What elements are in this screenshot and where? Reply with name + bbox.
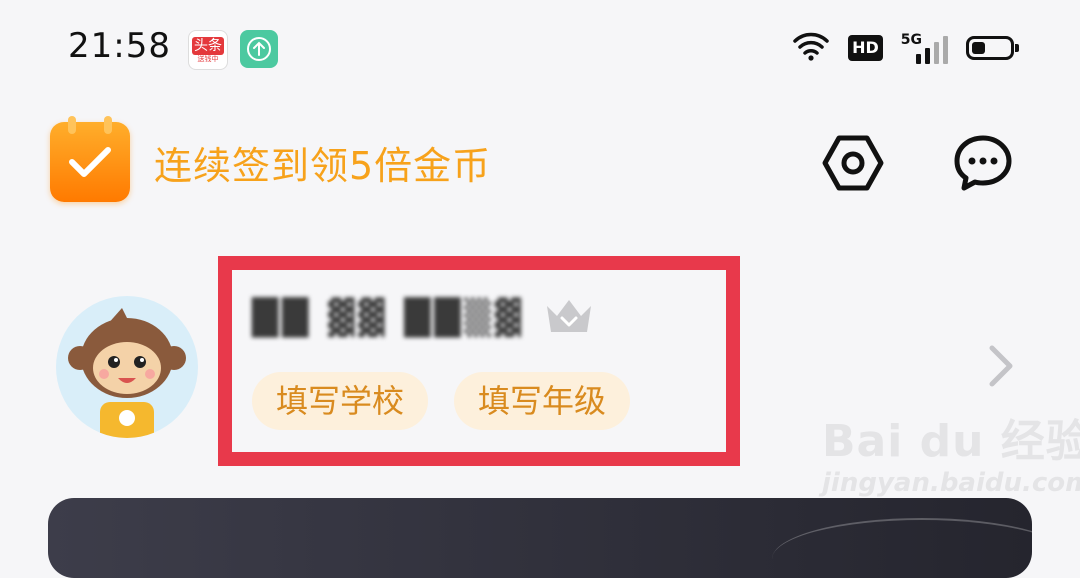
baidu-jingyan-watermark: Bai du 经验 jingyan.baidu.com: [822, 416, 1080, 499]
toutiao-app-icon: 头条 送钱中: [188, 30, 228, 70]
watermark-brand: Bai du 经验: [822, 416, 1080, 467]
checkin-banner[interactable]: 连续签到领5倍金币: [50, 116, 492, 202]
toutiao-sub-label: 送钱中: [197, 54, 219, 63]
settings-button[interactable]: [822, 132, 884, 194]
username[interactable]: ██ ▓▓ ██▒▓: [252, 292, 595, 344]
network-type-label: 5G: [900, 32, 922, 48]
toutiao-label: 头条: [192, 36, 224, 55]
crown-icon[interactable]: [543, 296, 595, 340]
fill-school-button[interactable]: 填写学校: [252, 372, 429, 430]
highlight-annotation-box: [218, 256, 740, 466]
settings-hexagon-icon: [822, 135, 884, 191]
signal-icon: 5G: [901, 32, 948, 64]
chat-bubble-icon: [954, 135, 1012, 191]
chevron-right-icon[interactable]: [984, 342, 1018, 394]
status-icons: HD 5G: [792, 30, 1019, 66]
battery-icon: [966, 36, 1019, 60]
hd-badge: HD: [848, 35, 883, 61]
upload-icon: [240, 30, 278, 68]
status-time: 21:58: [68, 26, 171, 66]
avatar[interactable]: [56, 296, 198, 438]
username-text-blurred: ██ ▓▓ ██▒▓: [252, 298, 525, 338]
wifi-icon: [792, 30, 830, 66]
watermark-url: jingyan.baidu.com: [822, 468, 1080, 498]
membership-card[interactable]: [48, 498, 1032, 578]
checkin-text: 连续签到领5倍金币: [154, 143, 492, 188]
messages-button[interactable]: [952, 132, 1014, 194]
battery-level-fill: [972, 42, 985, 54]
profile-tags: 填写学校 填写年级: [252, 372, 631, 430]
fill-grade-button[interactable]: 填写年级: [454, 372, 631, 430]
calendar-check-icon: [50, 116, 130, 202]
